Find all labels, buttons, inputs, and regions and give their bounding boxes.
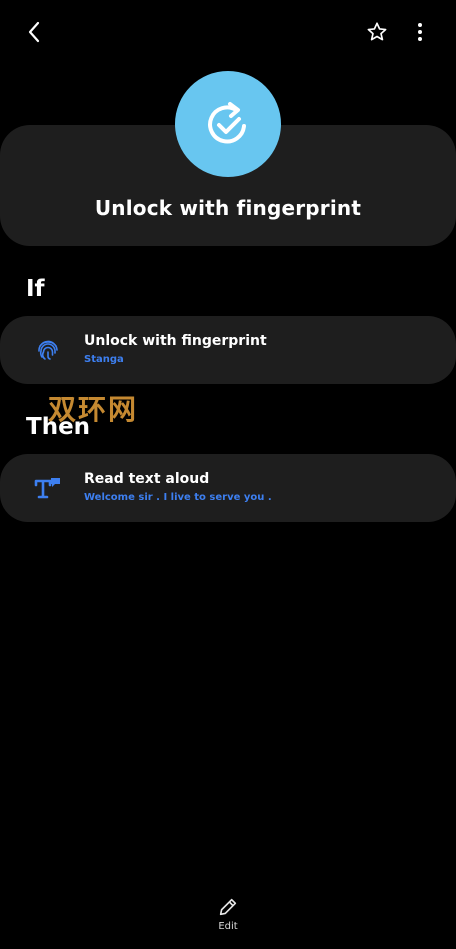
- favorite-button[interactable]: [359, 14, 395, 50]
- check-cycle-icon: [208, 102, 246, 144]
- if-condition-subtitle: Stanga: [84, 354, 124, 365]
- routine-title: Unlock with fingerprint: [94, 196, 362, 220]
- then-section-label: Then: [26, 414, 91, 440]
- back-arrow-icon: [28, 21, 40, 43]
- if-section-label: If: [26, 276, 45, 302]
- edit-button[interactable]: Edit: [204, 896, 252, 942]
- star-outline-icon: [367, 22, 387, 41]
- then-action-item[interactable]: Read text aloud Welcome sir . I live to …: [0, 454, 456, 522]
- more-options-button[interactable]: [402, 14, 438, 50]
- back-button[interactable]: [16, 14, 52, 50]
- more-vertical-icon: [418, 23, 422, 41]
- routine-icon-badge: [175, 71, 281, 177]
- then-action-subtitle: Welcome sir . I live to serve you .: [84, 492, 272, 503]
- pencil-icon: [219, 898, 237, 916]
- if-condition-item[interactable]: Unlock with fingerprint Stanga: [0, 316, 456, 384]
- then-action-title: Read text aloud: [84, 471, 210, 487]
- routine-detail-screen: Unlock with fingerprint If Unlock with f…: [0, 0, 456, 949]
- fingerprint-icon: [34, 336, 62, 364]
- edit-label: Edit: [218, 921, 238, 932]
- if-condition-title: Unlock with fingerprint: [84, 333, 267, 349]
- text-to-speech-icon: [34, 474, 62, 502]
